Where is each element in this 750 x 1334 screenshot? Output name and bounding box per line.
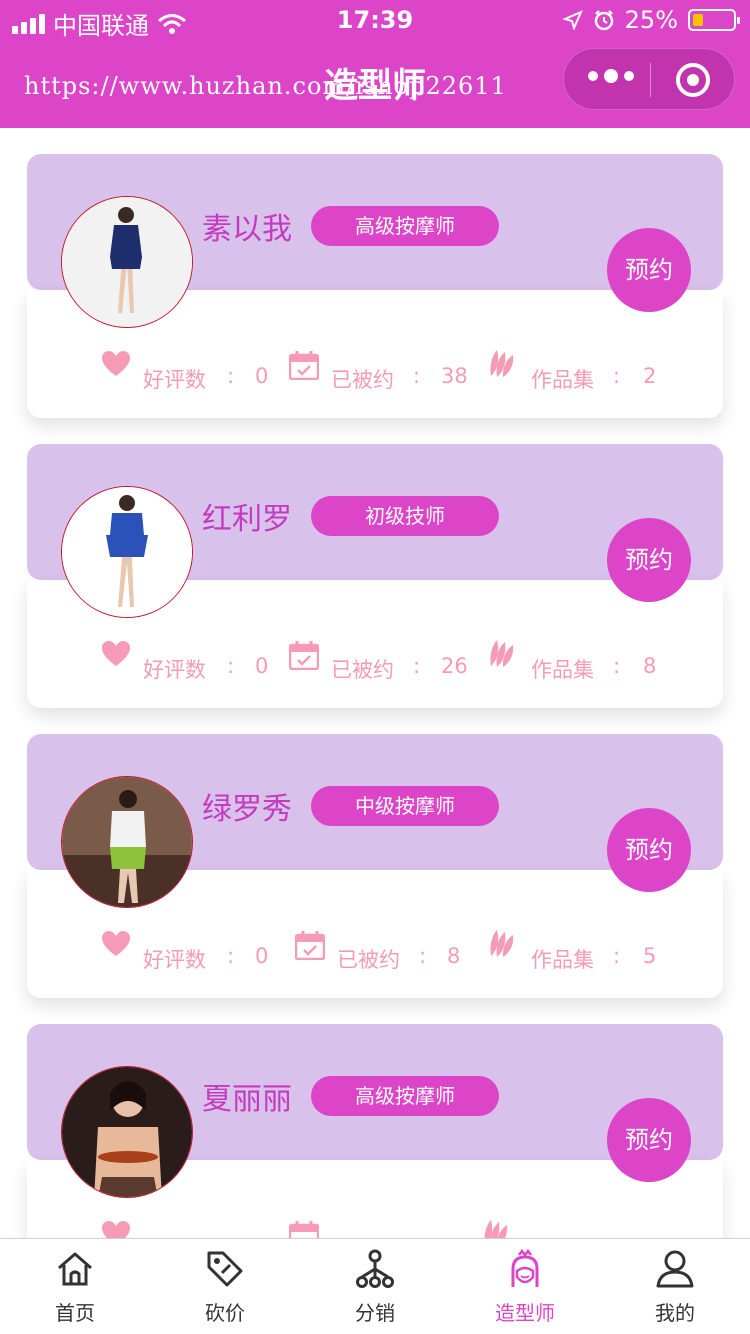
- capsule-divider: [650, 63, 651, 97]
- avatar[interactable]: [61, 486, 193, 618]
- stat-label: 作品集: [531, 658, 594, 682]
- tab-label: 我的: [655, 1301, 695, 1325]
- stat-label: 已被约: [331, 658, 394, 682]
- petals-icon: [490, 640, 514, 667]
- stat-colon: :: [613, 364, 621, 388]
- stat-colon: :: [227, 654, 235, 678]
- miniprogram-capsule: [563, 48, 735, 110]
- stat-label: 好评数: [143, 658, 206, 682]
- stylist-name: 绿罗秀: [202, 792, 292, 827]
- home-icon: [58, 1252, 92, 1286]
- book-button[interactable]: 预约: [607, 1098, 691, 1182]
- more-icon[interactable]: [588, 69, 634, 83]
- stat-colon: :: [419, 944, 427, 968]
- avatar[interactable]: [61, 776, 193, 908]
- stat-value: 8: [447, 944, 461, 968]
- tab-label: 首页: [55, 1301, 95, 1325]
- petals-icon: [490, 350, 514, 377]
- stylist-name: 红利罗: [202, 502, 292, 537]
- tab-label: 造型师: [495, 1301, 555, 1325]
- level-badge: 高级按摩师: [311, 1076, 499, 1116]
- tab-stylist[interactable]: 造型师: [450, 1239, 600, 1334]
- distribution-tree-icon: [356, 1249, 394, 1288]
- price-tag-icon: [207, 1251, 243, 1287]
- tab-bar: 首页 砍价 分销 造型师 我的: [0, 1238, 750, 1334]
- stat-label: 已被约: [331, 368, 394, 392]
- stat-value: 0: [255, 364, 269, 388]
- level-badge: 初级技师: [311, 496, 499, 536]
- stylist-name: 素以我: [202, 212, 292, 247]
- calendar-icon: [289, 351, 319, 380]
- stat-label: 作品集: [531, 948, 594, 972]
- stat-colon: :: [613, 654, 621, 678]
- calendar-icon: [295, 931, 325, 960]
- location-icon: [562, 10, 583, 30]
- book-button[interactable]: 预约: [607, 808, 691, 892]
- header: 中国联通 17:39 25% 造型师 https://www.huzhan.co…: [0, 0, 750, 128]
- battery-percent: 25%: [624, 6, 678, 34]
- alarm-icon: [594, 10, 613, 31]
- tab-mine[interactable]: 我的: [600, 1239, 750, 1334]
- stat-value: 2: [643, 364, 657, 388]
- tab-label: 分销: [355, 1301, 395, 1325]
- stat-value: 0: [255, 944, 269, 968]
- stat-label: 作品集: [531, 368, 594, 392]
- stat-label: 已被约: [337, 948, 400, 972]
- tab-distribution[interactable]: 分销: [300, 1239, 450, 1334]
- stat-value: 8: [643, 654, 657, 678]
- stat-value: 0: [255, 654, 269, 678]
- stat-colon: :: [613, 944, 621, 968]
- level-badge: 高级按摩师: [311, 206, 499, 246]
- app-root: 中国联通 17:39 25% 造型师 https://www.huzhan.co…: [0, 0, 750, 1334]
- heart-icon: [102, 641, 130, 666]
- avatar[interactable]: [61, 196, 193, 328]
- tab-bargain[interactable]: 砍价: [150, 1239, 300, 1334]
- close-miniprogram-icon[interactable]: [676, 63, 710, 97]
- stylist-card[interactable]: 绿罗秀 中级按摩师 预约 好评数 : 0 已被约 : 8 作品集: 5: [27, 734, 723, 998]
- stat-value: 5: [643, 944, 657, 968]
- heart-icon: [102, 351, 130, 376]
- status-right: 25%: [562, 6, 740, 34]
- stylist-list: 素以我 高级按摩师 预约 好评数 : 0 已被约 : 38 作品集: 2 红利…: [27, 154, 723, 1314]
- stylist-card[interactable]: 红利罗 初级技师 预约 好评数 : 0 已被约 : 26 作品集: 8: [27, 444, 723, 708]
- battery-icon: [688, 9, 740, 31]
- stat-value: 38: [441, 364, 468, 388]
- level-badge: 中级按摩师: [311, 786, 499, 826]
- book-button[interactable]: 预约: [607, 228, 691, 312]
- status-bar: 中国联通 17:39 25%: [0, 0, 750, 40]
- watermark-text: https://www.huzhan.com/ishop22611: [24, 72, 507, 100]
- book-button[interactable]: 预约: [607, 518, 691, 602]
- stylist-icon: [511, 1249, 539, 1287]
- user-icon: [656, 1250, 694, 1288]
- tab-label: 砍价: [205, 1301, 245, 1325]
- calendar-icon: [289, 641, 319, 670]
- stat-colon: :: [413, 364, 421, 388]
- stylist-name: 夏丽丽: [202, 1082, 292, 1117]
- stat-label: 好评数: [143, 368, 206, 392]
- stat-colon: :: [227, 364, 235, 388]
- heart-icon: [102, 931, 130, 956]
- stylist-card[interactable]: 素以我 高级按摩师 预约 好评数 : 0 已被约 : 38 作品集: 2: [27, 154, 723, 418]
- petals-icon: [490, 930, 514, 957]
- avatar[interactable]: [61, 1066, 193, 1198]
- stat-colon: :: [413, 654, 421, 678]
- stat-label: 好评数: [143, 948, 206, 972]
- tab-home[interactable]: 首页: [0, 1239, 150, 1334]
- stat-colon: :: [227, 944, 235, 968]
- stat-value: 26: [441, 654, 468, 678]
